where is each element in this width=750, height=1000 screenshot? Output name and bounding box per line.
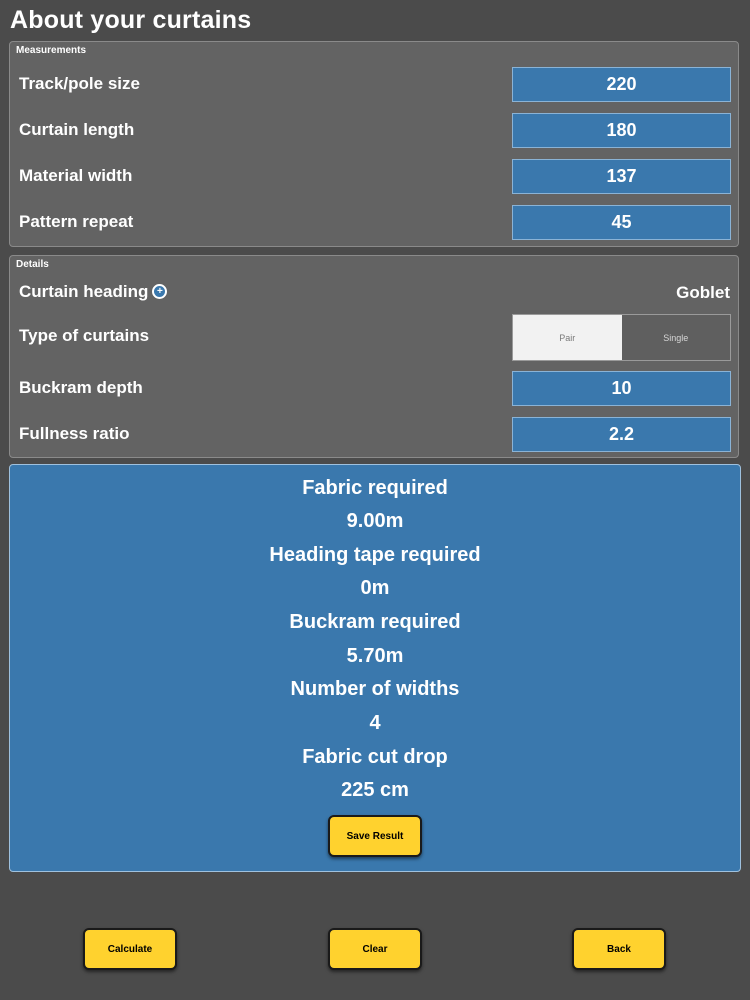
calculate-button[interactable]: Calculate bbox=[83, 928, 177, 970]
pattern-repeat-input[interactable]: 45 bbox=[512, 205, 731, 240]
curtain-heading-row: Curtain heading + bbox=[19, 282, 168, 302]
fabric-cut-drop-label: Fabric cut drop bbox=[302, 746, 448, 768]
track-pole-size-label: Track/pole size bbox=[19, 74, 140, 93]
number-of-widths-value: 4 bbox=[369, 712, 381, 734]
measurements-section-label: Measurements bbox=[16, 45, 87, 56]
material-width-label: Material width bbox=[19, 166, 133, 185]
fabric-required-value: 9.00m bbox=[346, 510, 404, 532]
heading-tape-required-value: 0m bbox=[360, 577, 390, 599]
details-panel: Details Curtain heading + Goblet Type of … bbox=[9, 255, 739, 458]
number-of-widths-label: Number of widths bbox=[290, 678, 460, 700]
info-plus-icon[interactable]: + bbox=[152, 284, 168, 300]
buckram-required-label: Buckram required bbox=[289, 611, 461, 633]
curtain-length-label: Curtain length bbox=[19, 120, 135, 139]
clear-button[interactable]: Clear bbox=[328, 928, 422, 970]
curtain-heading-label: Curtain heading bbox=[19, 282, 149, 301]
fabric-required-label: Fabric required bbox=[302, 477, 448, 499]
buckram-required-value: 5.70m bbox=[346, 645, 404, 667]
type-of-curtains-label: Type of curtains bbox=[19, 326, 150, 345]
heading-tape-required-label: Heading tape required bbox=[269, 544, 481, 566]
curtain-heading-value[interactable]: Goblet bbox=[676, 283, 730, 303]
material-width-input[interactable]: 137 bbox=[512, 159, 731, 194]
pattern-repeat-label: Pattern repeat bbox=[19, 212, 134, 231]
fullness-ratio-input[interactable]: 2.2 bbox=[512, 417, 731, 452]
fullness-ratio-label: Fullness ratio bbox=[19, 424, 130, 443]
back-button[interactable]: Back bbox=[572, 928, 666, 970]
measurements-panel: Measurements Track/pole size 220 Curtain… bbox=[9, 41, 739, 247]
page-title: About your curtains bbox=[10, 6, 252, 34]
fabric-cut-drop-value: 225 cm bbox=[341, 779, 409, 801]
details-section-label: Details bbox=[16, 259, 49, 270]
save-result-button[interactable]: Save Result bbox=[328, 815, 422, 857]
results-panel: Fabric required 9.00m Heading tape requi… bbox=[9, 464, 741, 872]
curtain-type-segmented-control: Pair Single bbox=[512, 314, 731, 361]
buckram-depth-label: Buckram depth bbox=[19, 378, 143, 397]
segment-pair[interactable]: Pair bbox=[513, 315, 622, 360]
curtain-length-input[interactable]: 180 bbox=[512, 113, 731, 148]
segment-single[interactable]: Single bbox=[621, 315, 730, 360]
buckram-depth-input[interactable]: 10 bbox=[512, 371, 731, 406]
track-pole-size-input[interactable]: 220 bbox=[512, 67, 731, 102]
